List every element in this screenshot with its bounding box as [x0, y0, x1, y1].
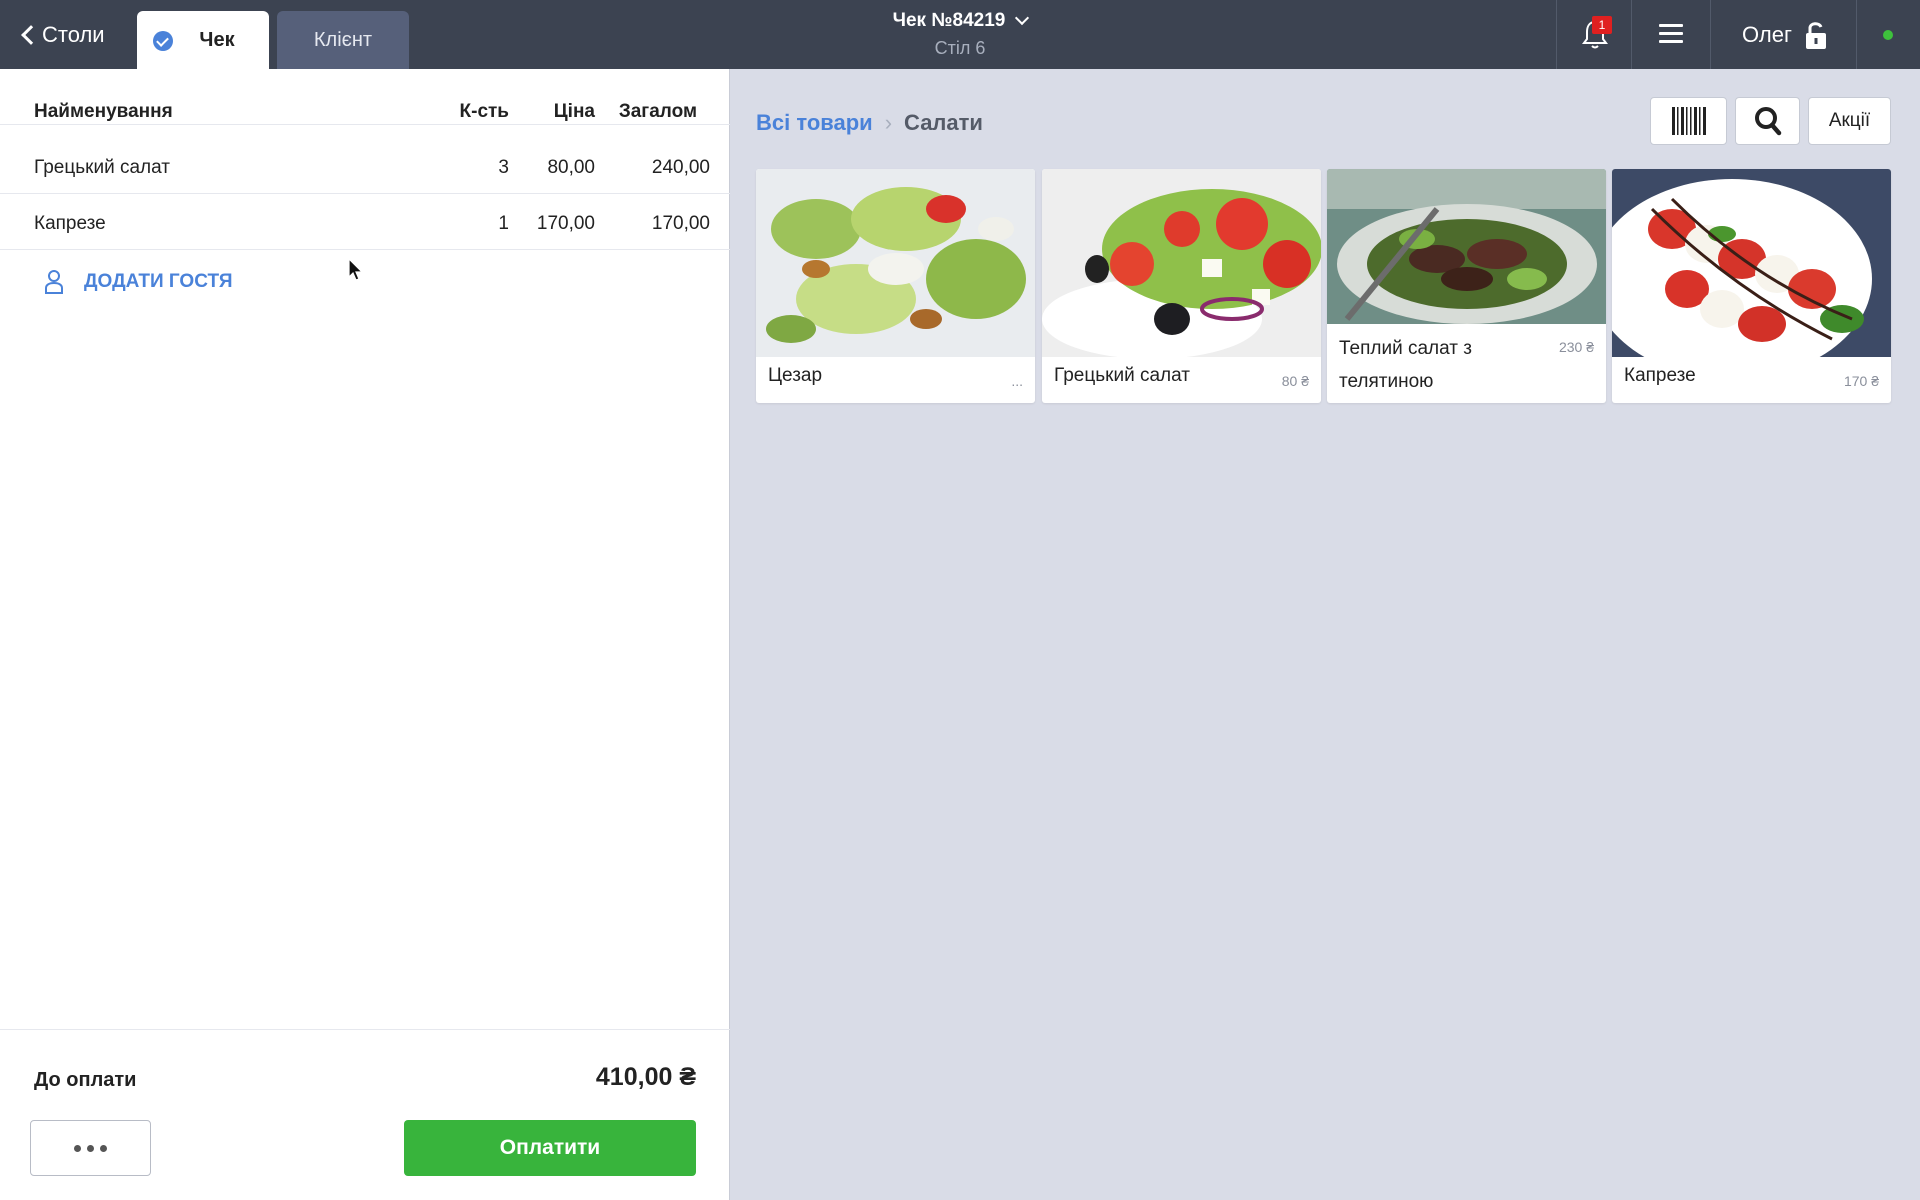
item-name: Капрезе — [34, 213, 106, 234]
product-price: 170 ₴ — [1843, 373, 1879, 389]
breadcrumb-current: Салати — [904, 110, 983, 135]
search-icon — [1754, 107, 1781, 136]
caesar-salad-image — [756, 169, 1035, 357]
to-pay-amount: 410,00 ₴ — [595, 1063, 696, 1091]
product-card-caprese[interactable]: Капрезе 170 ₴ — [1612, 169, 1891, 403]
top-bar: Столи Чек Клієнт Чек №84219 Стіл 6 1 Оле… — [0, 0, 1920, 69]
product-name: Грецький салат — [1054, 365, 1190, 386]
product-card-caesar[interactable]: Цезар ... — [756, 169, 1035, 403]
barcode-scan-button[interactable] — [1650, 97, 1727, 145]
user-lock-button[interactable]: Олег — [1742, 20, 1828, 50]
item-total: 170,00 — [651, 213, 710, 234]
tab-client-label: Клієнт — [313, 28, 373, 51]
product-card-greek-salad[interactable]: Грецький салат 80 ₴ — [1042, 169, 1321, 403]
caprese-image — [1612, 169, 1891, 357]
tab-check[interactable]: Чек — [137, 11, 269, 69]
order-table-header: Найменування К-сть Ціна Загалом — [0, 69, 730, 125]
promotions-button[interactable]: Акції — [1808, 97, 1891, 145]
pay-button[interactable]: Оплатити — [404, 1120, 696, 1176]
item-name: Грецький салат — [34, 157, 170, 178]
tab-client[interactable]: Клієнт — [277, 11, 409, 69]
mouse-cursor-icon — [348, 258, 364, 281]
check-circle-icon — [153, 31, 173, 51]
product-price: ... — [1011, 373, 1023, 389]
order-panel: Найменування К-сть Ціна Загалом Грецький… — [0, 69, 730, 1200]
item-price: 170,00 — [536, 213, 595, 234]
chevron-left-icon — [21, 25, 41, 45]
to-pay-label: До оплати — [34, 1069, 137, 1091]
header-price: Ціна — [553, 101, 595, 122]
product-name: Цезар — [768, 365, 823, 386]
product-price: 230 ₴ — [1558, 339, 1594, 355]
product-name: Капрезе — [1624, 365, 1696, 386]
header-qty: К-сть — [459, 101, 509, 122]
order-row[interactable]: Грецький салат 3 80,00 240,00 — [0, 138, 730, 194]
person-icon — [45, 270, 63, 294]
notification-badge: 1 — [1592, 16, 1612, 34]
search-button[interactable] — [1735, 97, 1800, 145]
topbar-divider — [1856, 0, 1857, 69]
item-qty: 3 — [498, 157, 509, 178]
chevron-down-icon — [1015, 10, 1030, 26]
table-subtitle: Стіл 6 — [934, 38, 986, 58]
breadcrumb-all-products[interactable]: Всі товари — [756, 110, 873, 136]
item-price: 80,00 — [547, 157, 595, 178]
product-card-warm-veal-salad[interactable]: Теплий салат з телятиною 230 ₴ — [1327, 169, 1606, 403]
hamburger-menu-icon[interactable] — [1659, 24, 1683, 44]
add-guest-button[interactable]: ДОДАТИ ГОСТЯ — [44, 269, 232, 295]
back-label: Столи — [42, 22, 105, 47]
back-to-tables-button[interactable]: Столи — [18, 20, 105, 50]
ellipsis-icon — [71, 1144, 110, 1152]
receipt-title: Чек №84219 — [892, 10, 1006, 31]
greek-salad-image — [1042, 169, 1321, 357]
topbar-divider — [1710, 0, 1711, 69]
add-guest-label: ДОДАТИ ГОСТЯ — [84, 271, 233, 292]
product-price: 80 ₴ — [1281, 373, 1309, 389]
header-name: Найменування — [34, 101, 173, 122]
user-name: Олег — [1742, 22, 1792, 47]
receipt-title-block: Чек №84219 Стіл 6 — [780, 10, 1140, 59]
more-options-button[interactable] — [30, 1120, 151, 1176]
receipt-selector[interactable]: Чек №84219 — [780, 10, 1140, 32]
order-row[interactable]: Капрезе 1 170,00 170,00 — [0, 194, 730, 250]
barcode-icon — [1671, 107, 1706, 135]
topbar-divider — [1556, 0, 1557, 69]
warm-veal-salad-image — [1327, 169, 1606, 324]
item-total: 240,00 — [651, 157, 710, 178]
unlock-icon — [1805, 22, 1826, 49]
product-name: Теплий салат з телятиною — [1339, 338, 1472, 392]
breadcrumb: Всі товари › Салати — [756, 110, 983, 136]
online-status-dot — [1883, 30, 1893, 40]
header-total: Загалом — [618, 101, 697, 122]
divider — [0, 1029, 730, 1030]
tab-check-label: Чек — [199, 28, 235, 51]
item-qty: 1 — [498, 213, 509, 234]
breadcrumb-separator: › — [884, 110, 893, 135]
topbar-divider — [1631, 0, 1632, 69]
